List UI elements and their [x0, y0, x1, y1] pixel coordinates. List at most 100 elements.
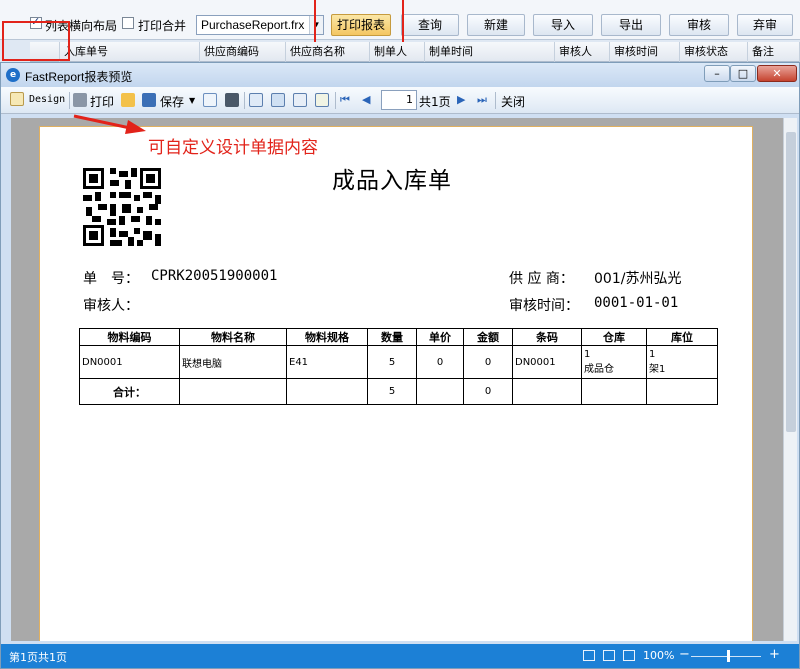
th-material-spec: 物料规格	[286, 328, 368, 346]
col-header-supplier-code[interactable]: 供应商编码	[200, 42, 286, 62]
cell-empty	[286, 378, 368, 405]
window-title: FastReport报表预览	[25, 70, 133, 84]
highlight-box-print	[314, 0, 404, 44]
save-disk-icon[interactable]	[142, 93, 156, 107]
col-header-creator[interactable]: 制单人	[370, 42, 425, 62]
printer-icon[interactable]	[73, 93, 87, 107]
col-header-review-status[interactable]: 审核状态	[680, 42, 748, 62]
zoom-in-icon[interactable]: +	[769, 647, 780, 662]
th-material-code: 物料编码	[79, 328, 180, 346]
toolbar-separator	[495, 92, 496, 109]
cell-material-code: DN0001	[79, 345, 180, 379]
unapprove-button[interactable]: 弃审	[737, 14, 793, 36]
cell-empty	[179, 378, 287, 405]
next-page-icon[interactable]: ▶	[457, 93, 465, 106]
annotation-arrow-icon	[73, 114, 146, 134]
single-page-view-icon[interactable]	[583, 650, 595, 661]
zoom-level: 100%	[643, 649, 675, 662]
zoom-slider-thumb[interactable]	[727, 650, 730, 662]
outline-icon[interactable]	[249, 93, 263, 107]
table-total-row: 合计： 5 0	[79, 378, 718, 405]
design-pencil-icon	[10, 92, 24, 106]
watermark-icon[interactable]	[315, 93, 329, 107]
design-button[interactable]: Design	[10, 90, 68, 111]
import-button[interactable]: 导入	[533, 14, 593, 36]
col-header-create-time[interactable]: 制单时间	[425, 42, 555, 62]
cell-total-label: 合计：	[79, 378, 180, 405]
edit-page-icon[interactable]	[271, 93, 285, 107]
window-title-bar[interactable]: e FastReport报表预览 – □ ✕	[1, 63, 799, 87]
th-quantity: 数量	[367, 328, 417, 346]
supplier-value: 001/苏州弘光	[594, 271, 682, 287]
new-button[interactable]: 新建	[467, 14, 525, 36]
cell-quantity: 5	[367, 345, 417, 379]
toolbar-separator	[335, 92, 336, 109]
zoom-slider-track[interactable]	[691, 656, 761, 657]
cell-total-quantity: 5	[367, 378, 417, 405]
col-header-receipt-no[interactable]: 入库单号	[60, 42, 200, 62]
review-time-label: 审核时间：	[509, 298, 579, 314]
cell-warehouse-name: 成品仓	[584, 364, 614, 375]
save-label[interactable]: 保存	[160, 93, 184, 110]
whole-page-view-icon[interactable]	[623, 650, 635, 661]
scrollbar-thumb[interactable]	[786, 132, 796, 432]
maximize-button[interactable]: □	[730, 65, 756, 82]
cell-material-spec: E41	[286, 345, 368, 379]
cell-location-no: 1	[649, 349, 656, 360]
th-material-name: 物料名称	[179, 328, 287, 346]
supplier-label: 供 应 商：	[509, 271, 574, 287]
col-header-supplier-name[interactable]: 供应商名称	[286, 42, 370, 62]
cell-empty	[646, 378, 718, 405]
col-header-remark[interactable]: 备注	[748, 42, 800, 62]
qr-code-icon	[83, 168, 161, 246]
col-header-review-time[interactable]: 审核时间	[610, 42, 680, 62]
cell-location-name: 架1	[649, 364, 666, 375]
cell-warehouse: 1 成品仓	[581, 345, 647, 379]
vertical-scrollbar[interactable]	[783, 118, 797, 641]
design-label: Design	[29, 94, 66, 105]
cell-empty	[416, 378, 464, 405]
save-dropdown-icon[interactable]: ▼	[189, 96, 195, 105]
last-page-icon[interactable]: ⏭	[477, 93, 487, 107]
query-button[interactable]: 查询	[401, 14, 459, 36]
report-file-select[interactable]: PurchaseReport.frx ▼	[196, 15, 324, 35]
minimize-button[interactable]: –	[704, 65, 730, 82]
report-detail-table: 物料编码 物料名称 物料规格 数量 单价 金额 条码 仓库 库位 DN0001 …	[79, 328, 718, 405]
preview-toolbar: Design 打印 保存 ▼ ⏮ ◀ 1 共1页 ▶ ⏭ 关闭	[1, 87, 799, 114]
close-window-button[interactable]: ✕	[757, 65, 797, 82]
first-page-icon[interactable]: ⏮	[340, 93, 350, 107]
page-status: 第1页共1页	[9, 651, 67, 664]
prev-page-icon[interactable]: ◀	[362, 93, 370, 106]
cell-empty	[581, 378, 647, 405]
col-header-reviewer[interactable]: 审核人	[555, 42, 610, 62]
print-label[interactable]: 打印	[90, 93, 114, 110]
merge-checkbox[interactable]	[122, 17, 134, 29]
report-file-value: PurchaseReport.frx	[201, 18, 305, 32]
page-width-view-icon[interactable]	[603, 650, 615, 661]
close-preview-button[interactable]: 关闭	[501, 93, 525, 110]
th-location: 库位	[646, 328, 718, 346]
doc-no-value: CPRK20051900001	[151, 268, 278, 284]
cell-barcode: DN0001	[512, 345, 582, 379]
toolbar-separator	[69, 92, 70, 109]
open-folder-icon[interactable]	[121, 93, 135, 107]
find-binoculars-icon[interactable]	[225, 93, 239, 107]
page-number-input[interactable]: 1	[381, 90, 417, 110]
app-toolbar: 列表横向布局 打印合并 PurchaseReport.frx ▼ 打印报表 查询…	[0, 0, 800, 44]
doc-no-label: 单 号：	[83, 271, 139, 287]
approve-button[interactable]: 审核	[669, 14, 729, 36]
highlight-box-design	[2, 21, 70, 61]
th-barcode: 条码	[512, 328, 582, 346]
status-bar: 第1页共1页 100% − +	[1, 644, 799, 668]
page-setup-icon[interactable]	[293, 93, 307, 107]
report-title: 成品入库单	[332, 168, 452, 194]
th-unit-price: 单价	[416, 328, 464, 346]
cell-location: 1 架1	[646, 345, 718, 379]
cell-unit-price: 0	[416, 345, 464, 379]
zoom-out-icon[interactable]: −	[679, 647, 690, 662]
export-button[interactable]: 导出	[601, 14, 661, 36]
cell-total-amount: 0	[463, 378, 513, 405]
page-total-label: 共1页	[419, 95, 451, 109]
toolbar-separator	[244, 92, 245, 109]
email-icon[interactable]	[203, 93, 217, 107]
